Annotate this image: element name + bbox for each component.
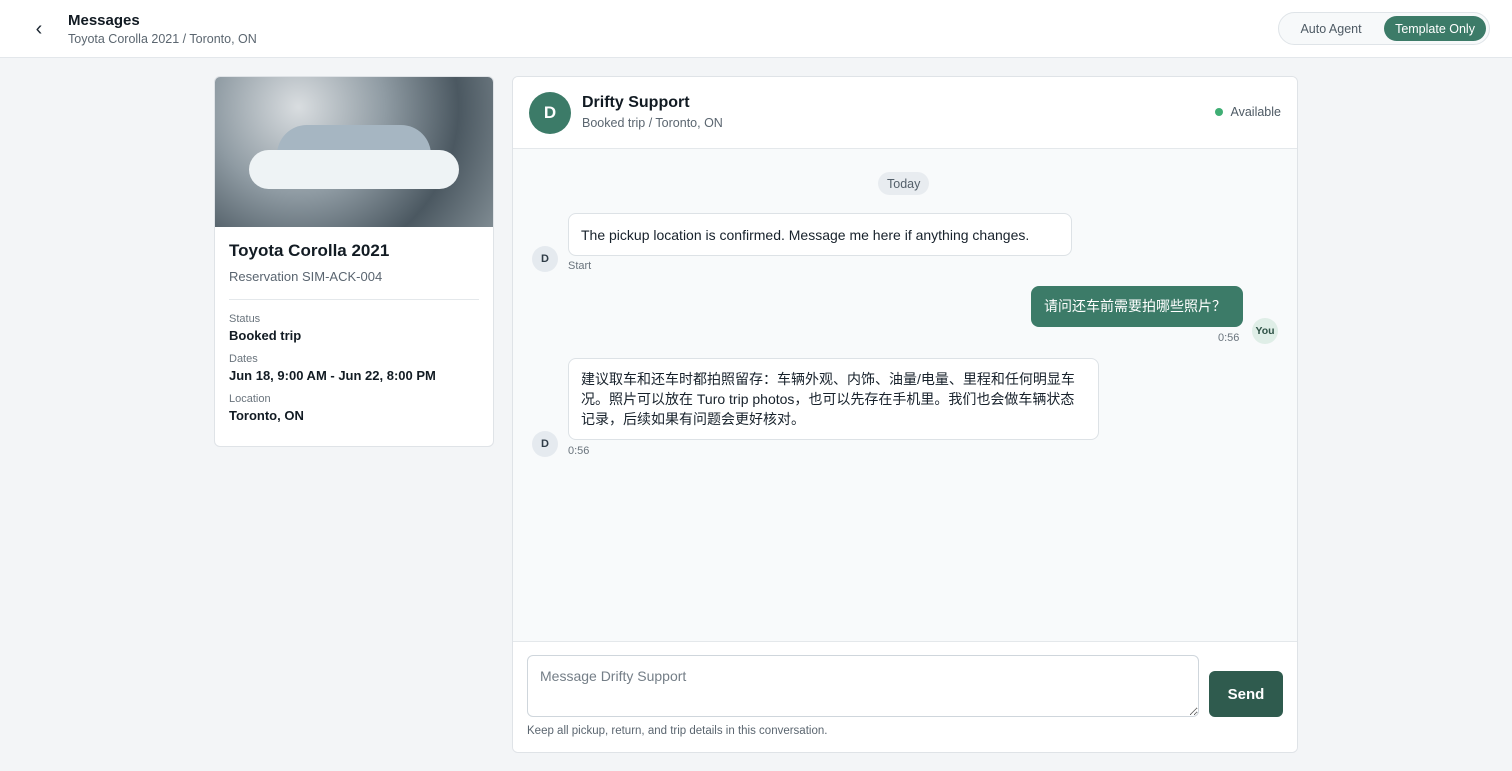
reservation-id: Reservation SIM-ACK-004 [229,269,383,284]
message-list[interactable]: Today The pickup location is confirmed. … [513,149,1297,641]
template-only-button[interactable]: Template Only [1384,16,1486,41]
message-bubble-incoming: 建议取车和还车时都拍照留存：车辆外观、内饰、油量/电量、里程和任何明显车况。照片… [568,358,1099,440]
status-value: Booked trip [229,328,302,343]
sender-avatar: D [532,431,558,457]
car-illustration-body [249,150,459,189]
back-button[interactable]: ‹ [26,16,52,42]
chevron-left-icon: ‹ [35,17,43,40]
send-button[interactable]: Send [1209,671,1283,717]
location-label: Location [229,393,271,405]
support-subtitle: Booked trip / Toronto, ON [582,116,723,130]
availability-status: Available [1215,105,1281,119]
dates-label: Dates [229,353,258,365]
message-bubble-outgoing: 请问还车前需要拍哪些照片？ [1031,286,1243,327]
car-card: Toyota Corolla 2021 Reservation SIM-ACK-… [214,76,494,447]
page-title: Messages [68,12,140,29]
support-avatar: D [529,92,571,134]
sender-avatar: D [532,246,558,272]
day-divider: Today [878,172,930,195]
status-dot-icon [1215,108,1224,116]
top-bar: ‹ Messages Toyota Corolla 2021 / Toronto… [0,0,1512,58]
chat-panel: D Drifty Support Booked trip / Toronto, … [512,76,1298,753]
dates-value: Jun 18, 9:00 AM - Jun 22, 8:00 PM [229,368,436,383]
message-time: Start [568,260,592,272]
mode-toggle: Auto Agent Template Only [1278,12,1490,45]
user-avatar: You [1252,318,1278,344]
page-subtitle: Toyota Corolla 2021 / Toronto, ON [68,32,257,46]
car-image [215,77,493,227]
composer-hint: Keep all pickup, return, and trip detail… [527,725,828,737]
message-input[interactable] [527,655,1199,717]
message-time: 0:56 [568,445,590,457]
support-name: Drifty Support [582,94,690,111]
status-text: Available [1230,105,1281,119]
message-bubble-incoming: The pickup location is confirmed. Messag… [568,213,1072,256]
status-label: Status [229,313,261,325]
car-info: Toyota Corolla 2021 Reservation SIM-ACK-… [215,227,493,423]
chat-header: D Drifty Support Booked trip / Toronto, … [513,77,1297,149]
message-time: 0:56 [1218,332,1240,344]
auto-agent-button[interactable]: Auto Agent [1282,16,1380,41]
car-name: Toyota Corolla 2021 [229,241,390,260]
card-divider [229,299,479,300]
location-value: Toronto, ON [229,408,304,423]
composer: Send Keep all pickup, return, and trip d… [513,641,1297,752]
